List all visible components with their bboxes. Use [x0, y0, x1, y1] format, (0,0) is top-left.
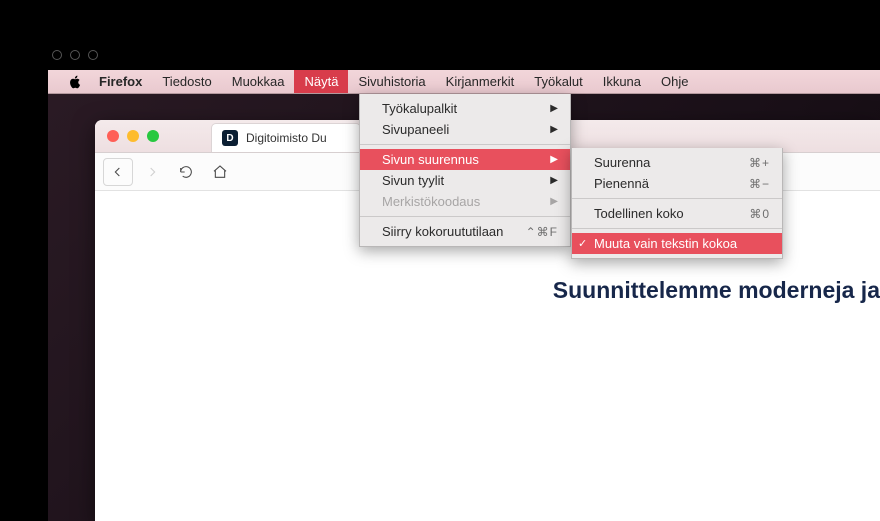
macos-menubar: Firefox Tiedosto Muokkaa Näytä Sivuhisto…: [48, 70, 880, 94]
menu-file[interactable]: Tiedosto: [152, 70, 221, 93]
menu-tools[interactable]: Työkalut: [524, 70, 592, 93]
apple-menu[interactable]: [60, 70, 89, 93]
tab-title: Digitoimisto Du: [246, 131, 327, 145]
menu-item-label: Sivupaneeli: [382, 122, 449, 137]
menu-separator: [360, 144, 570, 145]
menu-item-label: Työkalupalkit: [382, 101, 457, 116]
menu-item-label: Muuta vain tekstin kokoa: [594, 236, 737, 251]
menu-item-label: Sivun tyylit: [382, 173, 444, 188]
menu-item-sidebar[interactable]: Sivupaneeli ▶: [360, 119, 570, 140]
submenu-arrow-icon: ▶: [550, 124, 558, 135]
menu-help[interactable]: Ohje: [651, 70, 698, 93]
shortcut-label: ⌘−: [749, 177, 770, 191]
menu-item-label: Merkistökoodaus: [382, 194, 480, 209]
menu-edit[interactable]: Muokkaa: [222, 70, 295, 93]
menu-separator: [572, 198, 782, 199]
menu-item-label: Siirry kokoruututilaan: [382, 224, 503, 239]
submenu-arrow-icon: ▶: [550, 103, 558, 114]
menu-item-page-style[interactable]: Sivun tyylit ▶: [360, 170, 570, 191]
menu-item-zoom-text-only[interactable]: ✓ Muuta vain tekstin kokoa: [572, 233, 782, 254]
minimize-window-button[interactable]: [127, 130, 139, 142]
menu-item-encoding: Merkistökoodaus ▶: [360, 191, 570, 212]
submenu-arrow-icon: ▶: [550, 175, 558, 186]
submenu-arrow-icon: ▶: [550, 196, 558, 207]
shortcut-label: ⌃⌘F: [526, 225, 558, 239]
menu-item-label: Pienennä: [594, 176, 649, 191]
close-window-button[interactable]: [107, 130, 119, 142]
menu-item-toolbars[interactable]: Työkalupalkit ▶: [360, 98, 570, 119]
menu-item-zoom[interactable]: Sivun suurennus ▶: [360, 149, 570, 170]
page-heading: Suunnittelemme moderneja ja: [553, 277, 880, 304]
menu-window[interactable]: Ikkuna: [593, 70, 651, 93]
forward-button[interactable]: [137, 158, 167, 186]
maximize-window-button[interactable]: [147, 130, 159, 142]
home-button[interactable]: [205, 158, 235, 186]
browser-tab[interactable]: D Digitoimisto Du: [211, 123, 361, 152]
menu-item-label: Sivun suurennus: [382, 152, 479, 167]
menu-item-fullscreen[interactable]: Siirry kokoruututilaan ⌃⌘F: [360, 221, 570, 242]
menu-app-firefox[interactable]: Firefox: [89, 70, 152, 93]
menu-item-label: Todellinen koko: [594, 206, 684, 221]
outer-window-controls: [52, 50, 98, 60]
zoom-submenu-dropdown: Suurenna ⌘+ Pienennä ⌘− Todellinen koko …: [571, 148, 783, 259]
menu-item-actual-size[interactable]: Todellinen koko ⌘0: [572, 203, 782, 224]
menu-separator: [572, 228, 782, 229]
reload-button[interactable]: [171, 158, 201, 186]
shortcut-label: ⌘0: [749, 207, 770, 221]
back-button[interactable]: [103, 158, 133, 186]
shortcut-label: ⌘+: [749, 156, 770, 170]
favicon: D: [222, 130, 238, 146]
view-menu-dropdown: Työkalupalkit ▶ Sivupaneeli ▶ Sivun suur…: [359, 94, 571, 247]
menu-item-zoom-in[interactable]: Suurenna ⌘+: [572, 152, 782, 173]
window-traffic-lights: [95, 130, 171, 142]
menu-bookmarks[interactable]: Kirjanmerkit: [436, 70, 525, 93]
submenu-arrow-icon: ▶: [550, 154, 558, 165]
menu-item-zoom-out[interactable]: Pienennä ⌘−: [572, 173, 782, 194]
menu-item-label: Suurenna: [594, 155, 650, 170]
check-icon: ✓: [578, 237, 587, 250]
menu-history[interactable]: Sivuhistoria: [348, 70, 435, 93]
menu-view[interactable]: Näytä: [294, 70, 348, 93]
menu-separator: [360, 216, 570, 217]
